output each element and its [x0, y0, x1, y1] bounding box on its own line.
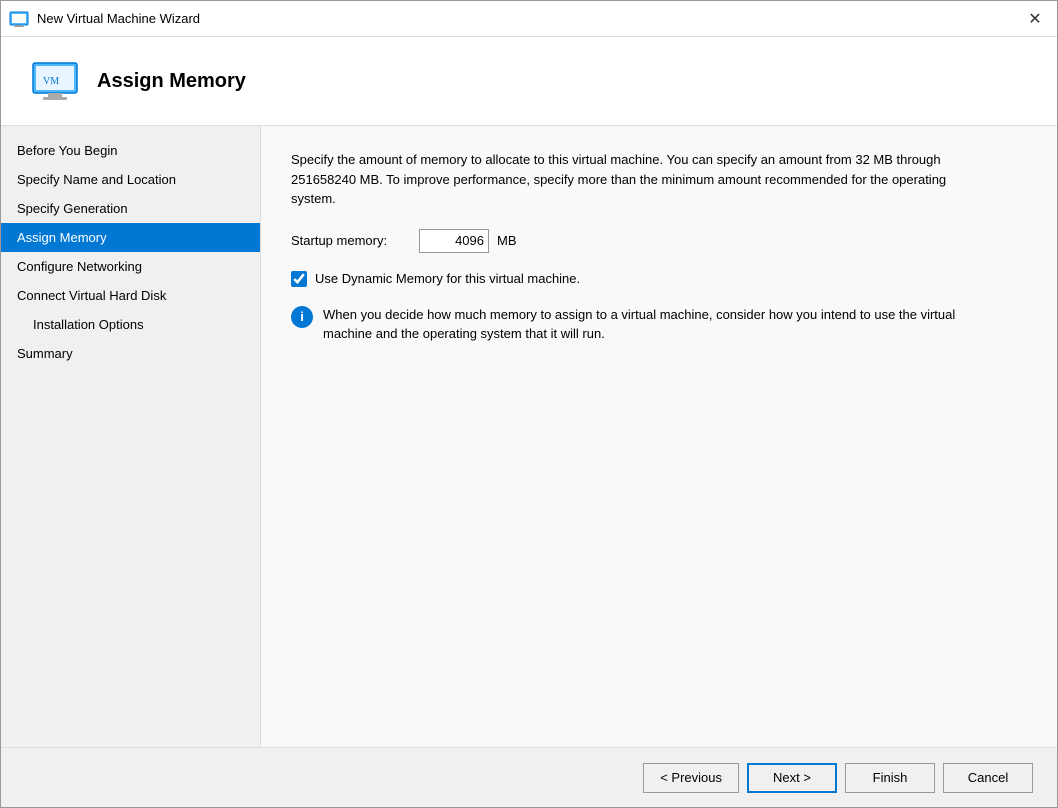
- header-vm-icon: VM: [31, 57, 79, 105]
- header-section: VM Assign Memory: [1, 37, 1057, 126]
- svg-text:VM: VM: [43, 76, 59, 87]
- cancel-button[interactable]: Cancel: [943, 763, 1033, 793]
- wizard-window: New Virtual Machine Wizard ✕ VM Assign M…: [0, 0, 1058, 808]
- info-box: i When you decide how much memory to ass…: [291, 305, 971, 344]
- sidebar-item-specify-name[interactable]: Specify Name and Location: [1, 165, 260, 194]
- next-button[interactable]: Next >: [747, 763, 837, 793]
- finish-button[interactable]: Finish: [845, 763, 935, 793]
- sidebar-item-configure-networking[interactable]: Configure Networking: [1, 252, 260, 281]
- sidebar-item-connect-vhd[interactable]: Connect Virtual Hard Disk: [1, 281, 260, 310]
- sidebar-item-specify-generation[interactable]: Specify Generation: [1, 194, 260, 223]
- sidebar-item-summary[interactable]: Summary: [1, 339, 260, 368]
- memory-unit: MB: [497, 233, 517, 248]
- previous-button[interactable]: < Previous: [643, 763, 739, 793]
- content-area: Before You Begin Specify Name and Locati…: [1, 126, 1057, 747]
- sidebar: Before You Begin Specify Name and Locati…: [1, 126, 261, 747]
- window-icon: [9, 9, 29, 29]
- sidebar-item-installation-options[interactable]: Installation Options: [1, 310, 260, 339]
- window-title: New Virtual Machine Wizard: [37, 11, 1021, 26]
- memory-label: Startup memory:: [291, 233, 411, 248]
- dynamic-memory-checkbox[interactable]: [291, 271, 307, 287]
- info-text: When you decide how much memory to assig…: [323, 305, 971, 344]
- main-content: Specify the amount of memory to allocate…: [261, 126, 1057, 747]
- startup-memory-input[interactable]: [419, 229, 489, 253]
- sidebar-item-assign-memory[interactable]: Assign Memory: [1, 223, 260, 252]
- page-title: Assign Memory: [97, 70, 246, 93]
- description-text: Specify the amount of memory to allocate…: [291, 150, 971, 209]
- dynamic-memory-row: Use Dynamic Memory for this virtual mach…: [291, 271, 1027, 287]
- dynamic-memory-label: Use Dynamic Memory for this virtual mach…: [315, 271, 580, 286]
- close-button[interactable]: ✕: [1021, 5, 1049, 33]
- memory-row: Startup memory: MB: [291, 229, 1027, 253]
- info-icon: i: [291, 306, 313, 328]
- footer: < Previous Next > Finish Cancel: [1, 747, 1057, 807]
- title-bar: New Virtual Machine Wizard ✕: [1, 1, 1057, 37]
- sidebar-item-before-you-begin[interactable]: Before You Begin: [1, 136, 260, 165]
